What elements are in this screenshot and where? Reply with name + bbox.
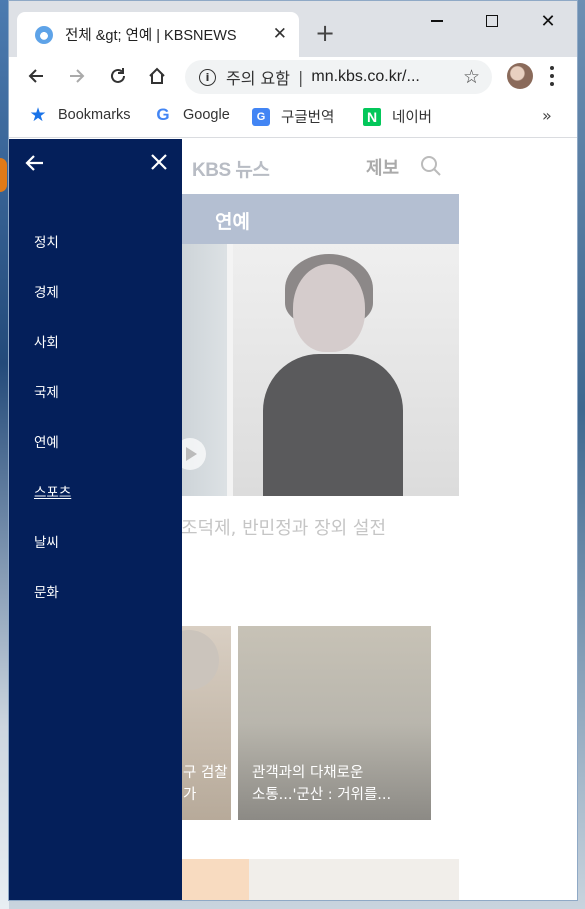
naver-icon: N	[363, 107, 381, 126]
report-link[interactable]: 제보	[366, 154, 399, 180]
bookmark-label: 네이버	[392, 110, 433, 126]
back-button[interactable]	[25, 65, 47, 87]
google-icon: G	[156, 105, 170, 124]
bookmark-naver[interactable]: N 네이버	[363, 106, 432, 127]
url-text: mn.kbs.co.kr/...	[311, 68, 420, 85]
drawer-item-culture[interactable]: 문화	[34, 581, 71, 631]
drawer-menu: 정치 경제 사회 국제 연예 스포츠 날씨 문화	[34, 231, 71, 631]
arrow-left-icon	[28, 69, 43, 83]
bookmark-star-icon[interactable]: ☆	[463, 66, 480, 88]
drawer-item-sports[interactable]: 스포츠	[34, 481, 71, 531]
drawer-item-label: 날씨	[34, 535, 59, 551]
desktop-icon-fragment	[0, 158, 7, 192]
tab-title: 전체 &gt; 연예 | KBSNEWS	[65, 28, 237, 44]
profile-avatar[interactable]	[507, 63, 533, 89]
drawer-item-label: 국제	[34, 385, 59, 401]
browser-toolbar: i 주의 요함 | mn.kbs.co.kr/... ☆	[9, 57, 577, 97]
drawer-item-economy[interactable]: 경제	[34, 281, 71, 331]
bookmark-label: Bookmarks	[58, 107, 131, 123]
card-caption: 관객과의 다채로운 소통...'군산 : 거위를...	[252, 765, 392, 803]
news-card[interactable]: 관객과의 다채로운 소통...'군산 : 거위를...	[238, 626, 431, 820]
side-drawer: 정치 경제 사회 국제 연예 스포츠 날씨 문화	[9, 139, 182, 900]
close-icon[interactable]	[149, 152, 169, 172]
section-title: 연예	[215, 211, 250, 233]
drawer-item-label: 연예	[34, 435, 59, 451]
drawer-item-label: 문화	[34, 585, 59, 601]
browser-tab[interactable]: 전체 &gt; 연예 | KBSNEWS ✕	[17, 12, 299, 57]
drawer-item-international[interactable]: 국제	[34, 381, 71, 431]
tab-bar: 전체 &gt; 연예 | KBSNEWS ✕ + ✕	[9, 1, 577, 57]
arrow-right-icon	[70, 69, 85, 83]
bookmark-label: 구글번역	[281, 110, 335, 126]
bookmark-translate[interactable]: G 구글번역	[252, 106, 334, 127]
forward-button[interactable]	[66, 65, 88, 87]
address-bar[interactable]: i 주의 요함 | mn.kbs.co.kr/... ☆	[185, 60, 492, 94]
bookmark-bookmarks[interactable]: ★ Bookmarks	[29, 104, 131, 126]
star-icon: ★	[29, 104, 47, 126]
new-tab-button[interactable]: +	[315, 21, 335, 45]
photo-face	[293, 264, 365, 352]
card-caption: 구 검찰 가	[183, 765, 228, 803]
drawer-item-label: 사회	[34, 335, 59, 351]
back-arrow-icon[interactable]	[23, 152, 45, 174]
home-button[interactable]	[146, 65, 168, 87]
kbs-news-logo[interactable]: KBS 뉴스	[192, 155, 270, 182]
window-close-button[interactable]: ✕	[534, 11, 562, 32]
security-warning: 주의 요함	[226, 69, 290, 88]
bookmarks-bar: ★ Bookmarks G Google G 구글번역 N 네이버 »	[9, 97, 577, 138]
url-separator: |	[297, 67, 304, 87]
drawer-item-label: 경제	[34, 285, 59, 301]
translate-icon: G	[252, 107, 270, 126]
hero-headline[interactable]: 조덕제, 반민정과 장외 설전	[181, 514, 386, 540]
kbs-favicon-icon	[35, 25, 53, 44]
bottom-banner[interactable]	[159, 859, 459, 900]
browser-menu-icon[interactable]	[549, 66, 555, 86]
browser-window: 전체 &gt; 연예 | KBSNEWS ✕ + ✕ i 주의 요함 | mn.…	[8, 0, 578, 901]
minimize-button[interactable]	[423, 11, 451, 31]
search-icon[interactable]	[420, 155, 442, 177]
maximize-button[interactable]	[478, 11, 506, 31]
photo-body	[263, 354, 403, 496]
bookmark-label: Google	[183, 107, 230, 123]
drawer-item-label: 스포츠	[34, 485, 72, 501]
info-icon[interactable]: i	[199, 68, 216, 86]
drawer-item-entertainment[interactable]: 연예	[34, 431, 71, 481]
hero-photo	[233, 244, 459, 496]
drawer-item-politics[interactable]: 정치	[34, 231, 71, 281]
reload-button[interactable]	[107, 65, 129, 87]
drawer-item-label: 정치	[34, 235, 59, 251]
home-icon	[149, 67, 165, 84]
bookmarks-overflow-button[interactable]: »	[542, 106, 552, 125]
tab-close-icon[interactable]: ✕	[273, 24, 287, 44]
web-page: KBS 뉴스 제보 연예 조덕제, 반민정과 장외 설전 구 검찰 가 관객과의…	[9, 139, 577, 900]
bookmark-google[interactable]: G Google	[154, 105, 230, 124]
reload-icon	[111, 68, 125, 83]
drawer-item-society[interactable]: 사회	[34, 331, 71, 381]
drawer-item-weather[interactable]: 날씨	[34, 531, 71, 581]
